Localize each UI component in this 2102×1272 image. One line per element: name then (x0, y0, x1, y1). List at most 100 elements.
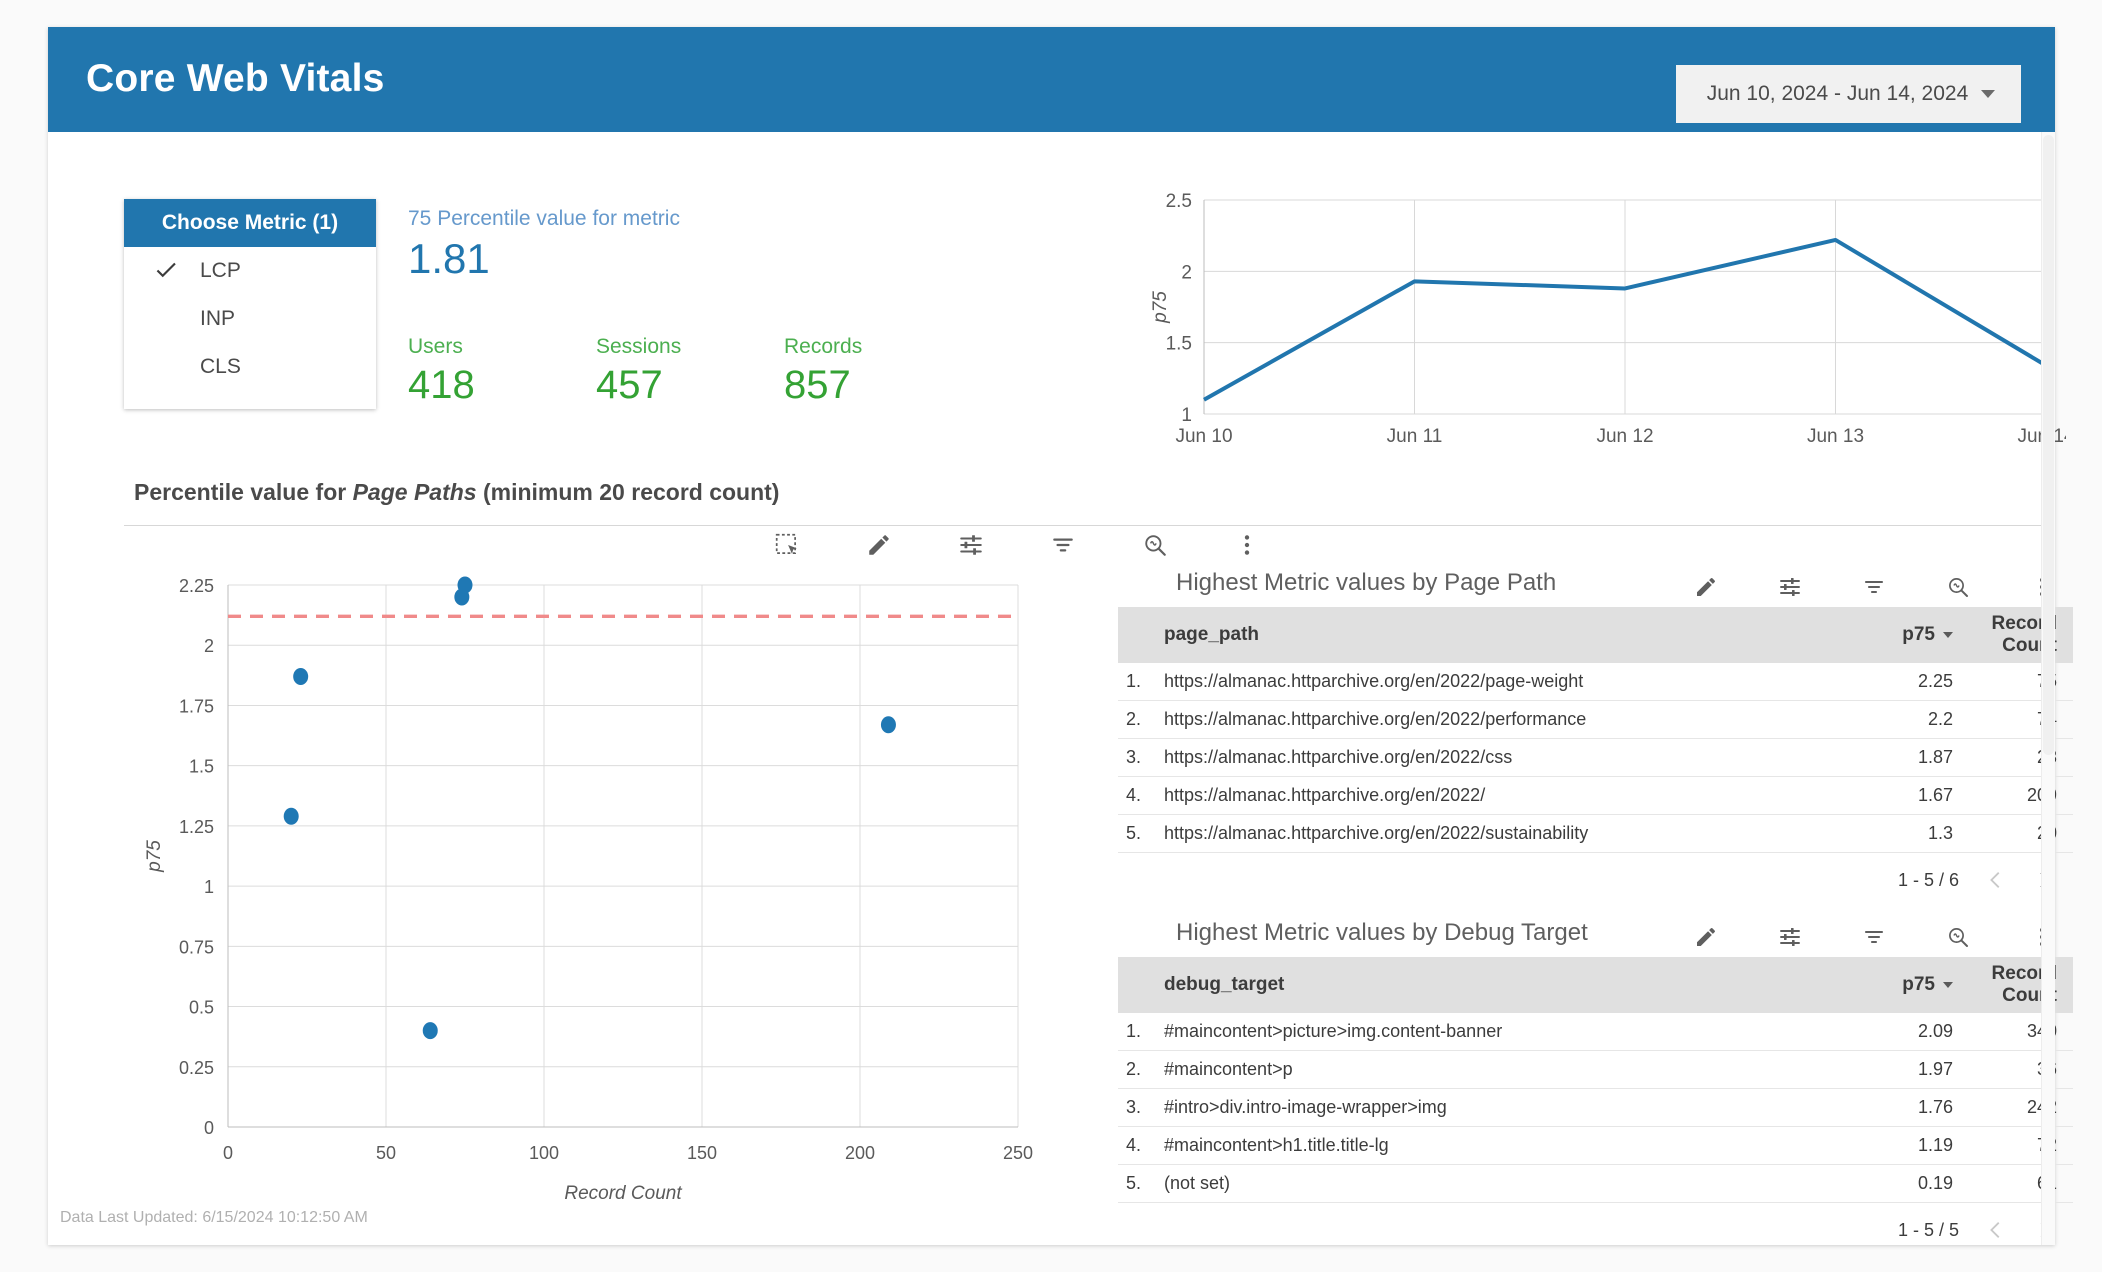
row-p75-value: 1.3 (1927, 823, 1953, 843)
pencil-edit-icon[interactable] (1683, 567, 1729, 607)
table-row[interactable]: 5.(not set)0.1961 (1118, 1165, 2073, 1203)
row-dimension-value: https://almanac.httparchive.org/en/2022/… (1164, 671, 1584, 691)
table-row[interactable]: 5. https://almanac.httparchive.org/en/202… (1118, 815, 2073, 853)
table-toolbar (1683, 567, 2065, 607)
filter-list-icon[interactable] (1040, 525, 1086, 565)
row-dimension-value: https://almanac.httparchive.org/en/2022/… (1164, 823, 1589, 843)
table-row[interactable]: 2.#maincontent>p1.9736 (1118, 1051, 2073, 1089)
stat-label: Sessions (596, 335, 682, 358)
row-dimension-value: #intro>div.intro-image-wrapper>img (1164, 1097, 1447, 1117)
svg-text:2.25: 2.25 (179, 576, 214, 596)
svg-text:150: 150 (687, 1143, 717, 1163)
scrollbar-thumb[interactable] (2043, 135, 2054, 755)
pencil-edit-icon[interactable] (856, 525, 902, 565)
svg-text:250: 250 (1003, 1143, 1033, 1163)
chevron-down-icon (1981, 90, 1995, 98)
table-body: 1. https://almanac.httparchive.org/en/202… (1118, 663, 2073, 853)
tune-sliders-icon[interactable] (948, 525, 994, 565)
explore-search-icon[interactable] (1935, 917, 1981, 957)
row-index: 1. (1126, 1021, 1142, 1041)
table-toolbar (1683, 917, 2065, 957)
previous-page-icon[interactable] (1985, 1215, 2007, 1245)
section-heading-prefix: Percentile value for (134, 479, 353, 505)
svg-text:Jun 11: Jun 11 (1387, 426, 1443, 447)
svg-text:p75: p75 (144, 840, 165, 873)
table-row[interactable]: 3. #intro>div.intro-image-wrapper>img 1.76… (1118, 1089, 2073, 1127)
table-row[interactable]: 1. #maincontent>picture>img.content-banne… (1118, 1013, 2073, 1051)
table-body: 1. #maincontent>picture>img.content-banne… (1118, 1013, 2073, 1203)
metric-option-label: INP (200, 307, 236, 330)
last-updated-note: Data Last Updated: 6/15/2024 10:12:50 AM (60, 1209, 368, 1226)
row-p75-value: 2.25 (1917, 671, 1953, 691)
check-icon (156, 262, 176, 278)
table-row[interactable]: 4.#maincontent>h1.title.title-lg1.1972 (1118, 1127, 2073, 1165)
metric-selector[interactable]: Choose Metric (1) LCP INP CLS (124, 199, 376, 409)
svg-text:100: 100 (529, 1143, 559, 1163)
table-row[interactable]: 2. https://almanac.httparchive.org/en/202… (1118, 701, 2073, 739)
stat-value: 457 (596, 363, 663, 407)
scatter-point[interactable] (283, 807, 299, 825)
column-header-p75-label: p75 (1902, 624, 1935, 645)
table-pagination: 1 - 5 / 5 (1118, 1203, 2073, 1257)
filter-list-icon[interactable] (1851, 567, 1897, 607)
filter-list-icon[interactable] (1851, 917, 1897, 957)
row-p75-value: 0.19 (1917, 1173, 1953, 1193)
metric-option-inp[interactable]: INP (124, 295, 376, 343)
column-header-dimension[interactable]: debug_target (1164, 974, 1284, 996)
row-p75-value: 2.2 (1927, 709, 1953, 729)
scatter-point[interactable] (880, 716, 896, 734)
more-vert-icon[interactable] (1224, 525, 1270, 565)
svg-text:1.75: 1.75 (179, 696, 214, 716)
row-index: 2. (1126, 1059, 1142, 1079)
row-p75-value: 1.97 (1917, 1059, 1953, 1079)
explore-search-icon[interactable] (1132, 525, 1178, 565)
svg-text:200: 200 (845, 1143, 875, 1163)
row-dimension-value: #maincontent>picture>img.content-banner (1164, 1021, 1503, 1041)
column-header-p75[interactable]: p75 (1902, 624, 1953, 646)
p75-vs-record-count-scatter-chart[interactable]: 0 0.25 0.5 0.75 1 1.25 1.5 1.75 2 2.25 0 50 100 150 20… (118, 567, 1118, 1237)
row-dimension-value: #maincontent>p (1164, 1059, 1293, 1079)
date-range-selector[interactable]: Jun 10, 2024 - Jun 14, 2024 (1676, 65, 2021, 123)
row-index: 1. (1126, 671, 1142, 691)
sort-descending-icon (1943, 632, 1953, 638)
svg-text:2: 2 (204, 636, 214, 656)
tune-sliders-icon[interactable] (1767, 567, 1813, 607)
section-heading: Percentile value for Page Paths (minimum… (134, 479, 779, 506)
svg-text:Jun 12: Jun 12 (1596, 426, 1653, 447)
table-row[interactable]: 1. https://almanac.httparchive.org/en/202… (1118, 663, 2073, 701)
scatter-point[interactable] (457, 576, 473, 594)
stat-label: Users (408, 335, 463, 358)
scatter-chart-toolbar (764, 525, 1270, 565)
section-heading-emphasis: Page Paths (352, 479, 477, 505)
column-header-p75[interactable]: p75 (1902, 974, 1953, 996)
table-row[interactable]: 4. https://almanac.httparchive.org/en/202… (1118, 777, 2073, 815)
metric-option-label: LCP (200, 259, 241, 282)
date-range-label: Jun 10, 2024 - Jun 14, 2024 (1706, 82, 1969, 105)
row-dimension-value: #maincontent>h1.title.title-lg (1164, 1135, 1389, 1155)
scatter-chart-svg: 0 0.25 0.5 0.75 1 1.25 1.5 1.75 2 2.25 0 50 100 150 20… (144, 576, 1033, 1204)
svg-text:0.75: 0.75 (179, 937, 214, 957)
svg-text:1.5: 1.5 (1166, 334, 1192, 355)
metric-option-lcp[interactable]: LCP (124, 247, 376, 295)
row-index: 5. (1126, 1173, 1142, 1193)
stat-records: Records 857 (784, 335, 862, 408)
metric-option-cls[interactable]: CLS (124, 343, 376, 391)
row-p75-value: 1.67 (1917, 785, 1953, 805)
table-row[interactable]: 3. https://almanac.httparchive.org/en/202… (1118, 739, 2073, 777)
svg-text:0: 0 (223, 1143, 233, 1163)
row-dimension-value: (not set) (1164, 1173, 1231, 1193)
select-box-icon[interactable] (764, 525, 810, 565)
table-header-row: debug_target p75 Record Count (1118, 957, 2073, 1013)
previous-page-icon[interactable] (1985, 865, 2007, 895)
scatter-point[interactable] (293, 668, 309, 686)
kpi-title: 75 Percentile value for metric (408, 207, 680, 230)
stat-label: Records (784, 335, 863, 358)
scatter-point[interactable] (422, 1022, 438, 1040)
explore-search-icon[interactable] (1935, 567, 1981, 607)
column-header-dimension[interactable]: page_path (1164, 624, 1259, 646)
svg-text:0.25: 0.25 (179, 1058, 214, 1078)
pencil-edit-icon[interactable] (1683, 917, 1729, 957)
tune-sliders-icon[interactable] (1767, 917, 1813, 957)
row-dimension-value: https://almanac.httparchive.org/en/2022/… (1164, 709, 1587, 729)
p75-trend-line-chart[interactable]: 11.522.5Jun 10Jun 11Jun 12Jun 13Jun 14p7… (1146, 182, 2075, 472)
